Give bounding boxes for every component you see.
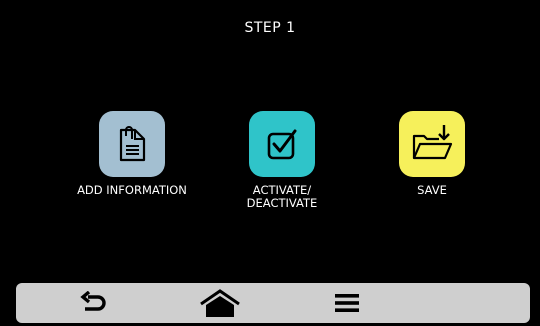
menu-icon [335,294,359,312]
activate-deactivate-label: ACTIVATE/ DEACTIVATE [246,183,318,210]
menu-button[interactable] [322,286,372,320]
save-button[interactable] [399,111,465,177]
back-arrow-icon [80,291,106,311]
screen: STEP 1 ADD INFORMATION ACTIVATE/ DEACTIV… [6,6,534,323]
document-icon [119,126,146,162]
home-icon [200,289,240,317]
save-label: SAVE [417,183,447,197]
add-information-button[interactable] [99,111,165,177]
folder-download-icon [412,125,453,160]
activate-deactivate-button[interactable] [249,111,315,177]
add-information-label: ADD INFORMATION [77,183,187,197]
bottom-nav-bar [16,283,530,323]
back-button[interactable] [68,286,118,320]
home-button[interactable] [195,286,245,320]
page-title: STEP 1 [244,20,296,36]
checkbox-icon [267,129,297,160]
